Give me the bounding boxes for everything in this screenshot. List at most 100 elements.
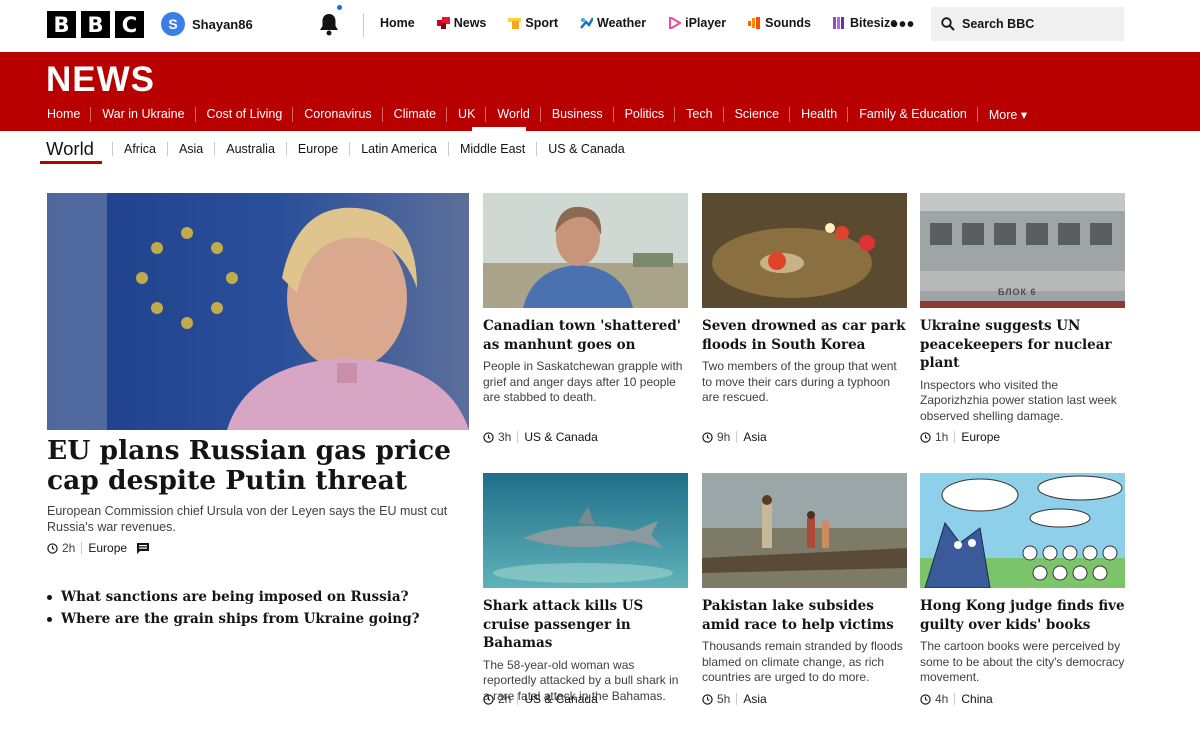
story-card[interactable]: Pakistan lake subsides amid race to help… (702, 473, 907, 705)
story-headline[interactable]: Pakistan lake subsides amid race to help… (702, 597, 907, 634)
section-home[interactable]: Home (47, 107, 92, 122)
search-box[interactable]: Search BBC (931, 7, 1124, 41)
story-tag[interactable]: US & Canada (524, 431, 597, 443)
story-meta: 2h US & Canada (483, 693, 598, 705)
story-tag[interactable]: Europe (88, 542, 127, 554)
lead-story-headline[interactable]: EU plans Russian gas price cap despite P… (47, 436, 469, 496)
section-family-education[interactable]: Family & Education (859, 107, 978, 122)
plant-sign-text: БЛОК 6 (998, 287, 1037, 297)
global-nav-sport-label: Sport (525, 16, 559, 30)
story-age: 1h (935, 431, 956, 443)
story-thumbnail (702, 473, 907, 588)
story-thumbnail (483, 473, 688, 588)
global-nav-news[interactable]: News (436, 16, 487, 30)
story-summary: Thousands remain stranded by floods blam… (702, 639, 903, 684)
global-nav-sport[interactable]: Sport (508, 16, 558, 30)
story-age: 3h (498, 431, 519, 443)
lead-related-links: What sanctions are being imposed on Russ… (47, 586, 420, 630)
story-age: 4h (935, 693, 956, 705)
section-uk[interactable]: UK (458, 107, 487, 122)
bbc-global-header: B B C S Shayan86 Home News Sport Weather… (0, 0, 1200, 52)
section-war-in-ukraine[interactable]: War in Ukraine (102, 107, 196, 122)
story-meta: 3h US & Canada (483, 431, 598, 443)
account-link[interactable]: S Shayan86 (161, 12, 253, 36)
global-nav-iplayer[interactable]: iPlayer (668, 16, 726, 30)
lead-story-summary: European Commission chief Ursula von der… (47, 504, 448, 534)
iplayer-icon (669, 17, 682, 29)
story-headline[interactable]: Hong Kong judge finds five guilty over k… (920, 597, 1125, 634)
global-nav-news-label: News (453, 16, 487, 30)
global-nav-sounds-label: Sounds (765, 16, 811, 30)
story-meta: 5h Asia (702, 693, 767, 705)
lead-story-image[interactable] (47, 193, 469, 430)
story-card[interactable]: Hong Kong judge finds five guilty over k… (920, 473, 1125, 705)
subnav-us-canada[interactable]: US & Canada (536, 142, 635, 156)
clock-icon (920, 693, 931, 705)
story-headline[interactable]: Ukraine suggests UN peacekeepers for nuc… (920, 317, 1125, 373)
story-card[interactable]: Canadian town 'shattered' as manhunt goe… (483, 193, 688, 443)
sounds-icon (748, 17, 761, 29)
photo-flood-rescue (702, 193, 907, 308)
subnav-middle-east[interactable]: Middle East (447, 142, 536, 156)
subnav-asia[interactable]: Asia (166, 142, 214, 156)
story-card[interactable]: БЛОК 6 Ukraine suggests UN peacekeepers … (920, 193, 1125, 443)
section-business[interactable]: Business (552, 107, 614, 122)
subnav-africa[interactable]: Africa (111, 142, 167, 156)
section-science[interactable]: Science (735, 107, 791, 122)
story-tag[interactable]: China (961, 693, 992, 705)
story-meta: 1h Europe (920, 431, 1000, 443)
global-nav-sounds[interactable]: Sounds (748, 16, 811, 30)
clock-icon (483, 693, 494, 705)
story-summary: Inspectors who visited the Zaporizhzhia … (920, 377, 1117, 423)
subnav-australia[interactable]: Australia (214, 142, 286, 156)
subnav-latin-america[interactable]: Latin America (349, 142, 448, 156)
news-brand[interactable]: NEWS (46, 60, 155, 100)
story-headline[interactable]: Seven drowned as car park floods in Sout… (702, 317, 907, 354)
sport-icon (508, 18, 522, 29)
section-health[interactable]: Health (801, 107, 849, 122)
related-link[interactable]: What sanctions are being imposed on Russ… (47, 586, 420, 608)
story-card[interactable]: Shark attack kills US cruise passenger i… (483, 473, 688, 705)
story-headline[interactable]: Canadian town 'shattered' as manhunt goe… (483, 317, 688, 354)
section-world[interactable]: World (497, 107, 541, 122)
story-summary: The cartoon books were perceived by some… (920, 639, 1125, 684)
news-header: NEWS Home War in Ukraine Cost of Living … (0, 52, 1200, 131)
comments-icon[interactable] (137, 542, 150, 554)
subnav-current[interactable]: World (46, 138, 94, 160)
section-cost-of-living[interactable]: Cost of Living (207, 107, 294, 122)
section-climate[interactable]: Climate (394, 107, 448, 122)
photo-cartoon-book (920, 473, 1125, 588)
related-link[interactable]: Where are the grain ships from Ukraine g… (47, 608, 420, 630)
story-tag[interactable]: Europe (961, 431, 1000, 443)
section-coronavirus[interactable]: Coronavirus (304, 107, 383, 122)
story-card[interactable]: Seven drowned as car park floods in Sout… (702, 193, 907, 443)
news-sections-nav: Home War in Ukraine Cost of Living Coron… (47, 107, 1048, 122)
section-more-dropdown[interactable]: More ▾ (989, 107, 1037, 122)
active-section-indicator (472, 127, 526, 131)
photo-canadian-woman (483, 193, 688, 308)
story-tag[interactable]: Asia (743, 431, 766, 443)
section-tech[interactable]: Tech (686, 107, 724, 122)
bbc-logo[interactable]: B B C (47, 11, 144, 38)
global-nav: Home News Sport Weather iPlayer Sounds B… (380, 16, 919, 30)
story-headline[interactable]: Shark attack kills US cruise passenger i… (483, 597, 688, 653)
clock-icon (47, 542, 58, 554)
story-age: 9h (717, 431, 738, 443)
more-menu-button[interactable]: ••• (891, 14, 915, 37)
section-politics[interactable]: Politics (625, 107, 676, 122)
story-thumbnail (702, 193, 907, 308)
global-nav-weather[interactable]: Weather (580, 16, 646, 30)
global-nav-home[interactable]: Home (380, 16, 415, 30)
notifications-bell-icon[interactable] (318, 12, 340, 36)
search-icon (941, 17, 955, 31)
story-age: 2h (62, 542, 83, 554)
lead-photo-von-der-leyen (47, 193, 469, 430)
global-nav-bitesize[interactable]: Bitesize (832, 16, 897, 30)
header-divider (363, 13, 364, 37)
story-tag[interactable]: US & Canada (524, 693, 597, 705)
clock-icon (702, 693, 713, 705)
world-subnav: World Africa Asia Australia Europe Latin… (46, 136, 636, 162)
subnav-europe[interactable]: Europe (285, 142, 349, 156)
story-tag[interactable]: Asia (743, 693, 766, 705)
lead-story-meta: 2h Europe (47, 542, 150, 554)
